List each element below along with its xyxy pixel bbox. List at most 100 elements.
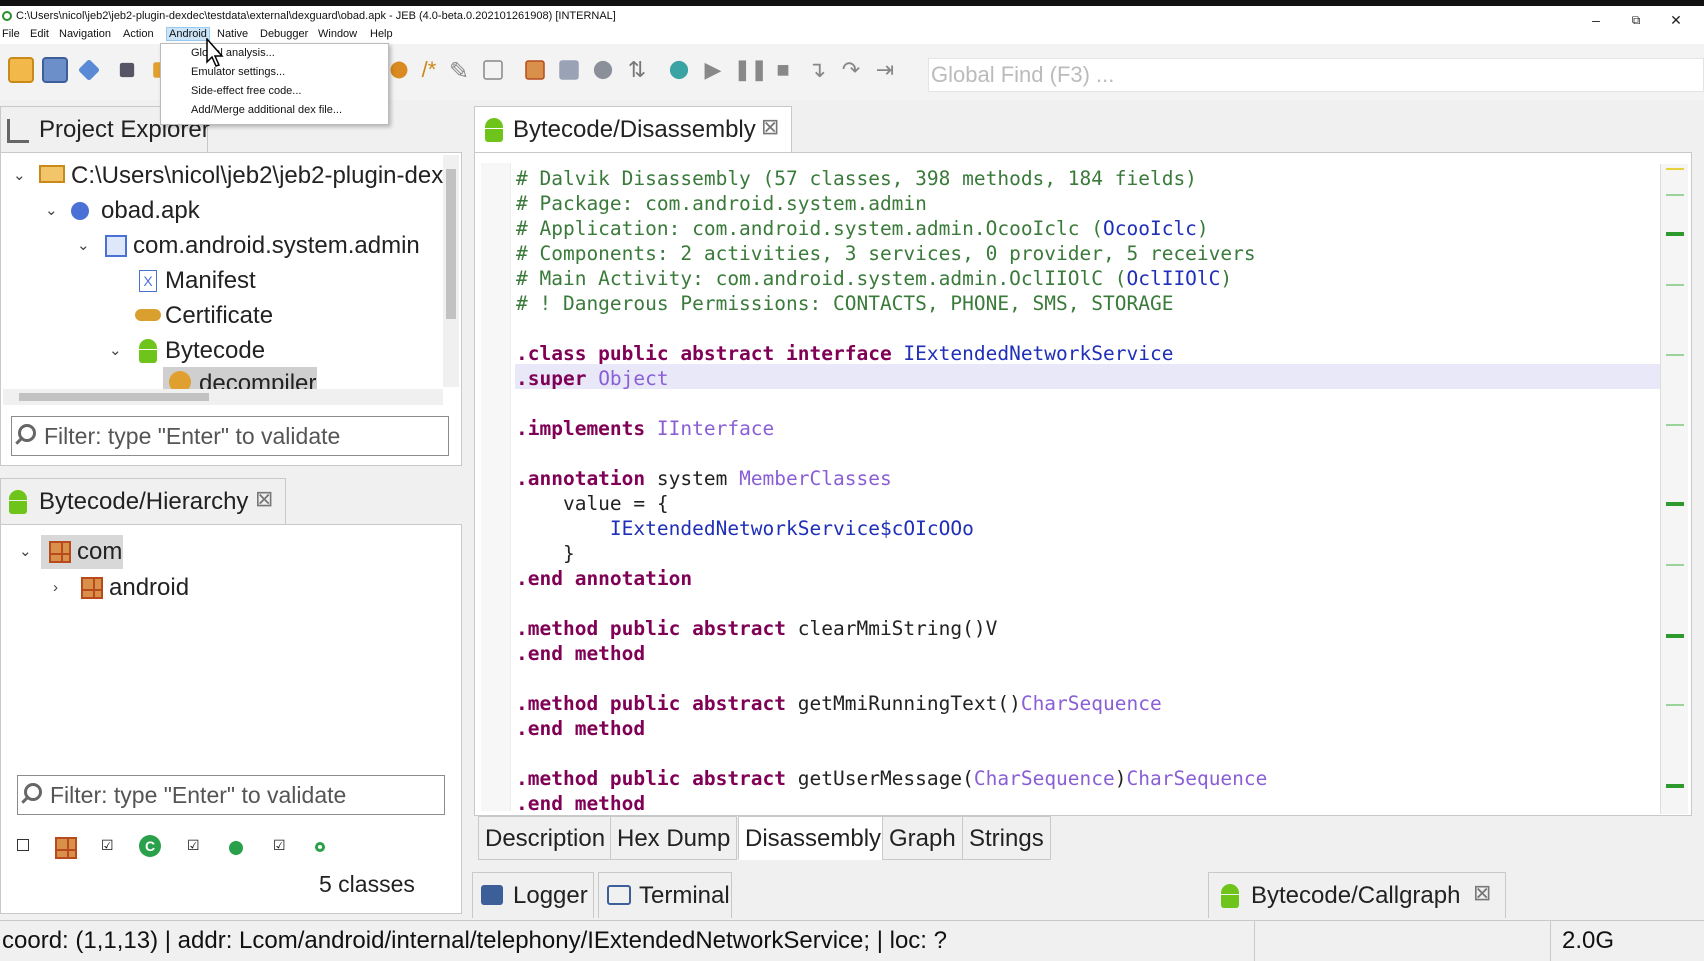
tree-item-project-root[interactable]: ⌄ C:\Users\nicol\jeb2\jeb2-plugin-dexdec [5,159,443,193]
hierarchy-filter-input[interactable] [50,780,450,810]
menu-action[interactable]: Action [123,28,154,40]
close-tab-icon[interactable]: ⊠ [1473,880,1491,906]
code-token: CharSequence [1126,767,1268,790]
debug-bug-icon[interactable] [669,60,689,80]
save-icon[interactable] [42,57,68,83]
ruler-mark [1666,284,1684,286]
code-line[interactable]: .method public abstract getMmiRunningTex… [516,691,1162,716]
export-icon[interactable] [119,62,135,78]
overview-ruler[interactable] [1660,164,1688,814]
code-line[interactable]: .annotation system MemberClasses [516,466,892,491]
menu-help[interactable]: Help [370,28,393,40]
scrollbar-thumb[interactable] [446,169,456,319]
wrench-icon[interactable] [77,58,101,82]
menu-side-effect-free-code[interactable]: Side-effect free code... [191,85,301,97]
global-find-field[interactable] [928,58,1704,92]
tab-bytecode-hierarchy[interactable]: Bytecode/Hierarchy ⊠ [0,478,286,524]
code-line[interactable]: # Package: com.android.system.admin [516,191,927,216]
hierarchy-filter-field[interactable] [17,775,450,815]
chevron-down-icon[interactable]: ⌄ [13,159,26,193]
checkbox-fields[interactable]: ☑ [273,837,286,854]
code-token: getUserMessage( [797,767,974,790]
menu-debugger[interactable]: Debugger [260,28,308,40]
chevron-down-icon[interactable]: ⌄ [109,334,122,368]
code-line[interactable]: .end annotation [516,566,692,591]
code-line[interactable]: # Components: 2 activities, 3 services, … [516,241,1256,266]
xml-icon: X [139,270,157,292]
tab-graph[interactable]: Graph [882,816,963,860]
close-tab-icon[interactable]: ⊠ [255,486,273,512]
code-line[interactable]: # Application: com.android.system.admin.… [516,216,1209,241]
menu-add-merge-dex[interactable]: Add/Merge additional dex file... [191,104,342,116]
decompiler-icon [169,371,191,391]
navigate-icon[interactable] [483,60,503,80]
code-line[interactable]: # Main Activity: com.android.system.admi… [516,266,1232,291]
code-line[interactable]: value = { [516,491,669,516]
step-into-icon[interactable]: ↴ [804,57,830,83]
menu-android[interactable]: Android [166,27,210,41]
close-tab-icon[interactable]: ⊠ [761,114,779,140]
menu-file[interactable]: File [2,28,20,40]
code-line[interactable]: IExtendedNetworkService$cOIcOOo [516,516,974,541]
code-token: ) [1220,267,1233,290]
comment-icon[interactable]: /* [416,57,442,83]
tab-hex-dump[interactable]: Hex Dump [610,816,738,860]
code-token: .end method [516,792,646,815]
tab-bytecode-callgraph[interactable]: Bytecode/Callgraph ⊠ [1208,872,1506,918]
chevron-down-icon[interactable]: ⌄ [19,535,32,569]
code-line[interactable]: .method public abstract getUserMessage(C… [516,766,1267,791]
ruler-mark [1666,634,1684,638]
code-line[interactable]: # Dalvik Disassembly (57 classes, 398 me… [516,166,1197,191]
scrollbar-thumb[interactable] [19,393,209,401]
run-icon[interactable]: ▶ [700,57,726,83]
code-line[interactable]: # ! Dangerous Permissions: CONTACTS, PHO… [516,291,1173,316]
code-line[interactable]: .super Object [516,366,669,391]
tree-item-decompiler[interactable]: decompiler [5,367,317,391]
stop-icon[interactable]: ■ [770,57,796,83]
code-line[interactable]: .end method [516,716,645,741]
edit-pencil-icon[interactable]: ✎ [446,57,472,85]
tree-label: obad.apk [101,197,200,224]
chevron-down-icon[interactable]: ⌄ [77,229,90,263]
menu-edit[interactable]: Edit [30,28,49,40]
sort-icon[interactable]: ⇅ [624,57,650,83]
horizontal-scrollbar[interactable] [3,389,443,405]
code-line[interactable]: .method public abstract clearMmiString()… [516,616,997,641]
step-out-icon[interactable]: ⇥ [872,57,898,83]
vertical-scrollbar[interactable] [443,155,459,387]
code-line[interactable]: .end method [516,641,645,666]
tab-terminal[interactable]: Terminal [598,872,732,918]
code-line[interactable]: .end method [516,791,645,816]
project-filter-field[interactable] [11,416,449,456]
checkbox-packages[interactable] [17,839,29,851]
menu-navigation[interactable]: Navigation [59,28,111,40]
pause-icon[interactable]: ❚❚ [734,57,768,83]
tab-bytecode-disassembly[interactable]: Bytecode/Disassembly ⊠ [474,106,792,152]
classes-icon[interactable] [559,60,579,80]
code-token: IExtendedNetworkService$cOIcOOo [516,517,974,540]
refresh-icon[interactable] [390,61,408,79]
menu-global-analysis[interactable]: Global analysis... [191,47,275,59]
code-line[interactable]: .class public abstract interface IExtend… [516,341,1173,366]
chevron-down-icon[interactable]: ⌄ [45,194,58,228]
code-line[interactable]: .implements IInterface [516,416,774,441]
checkbox-methods[interactable]: ☑ [187,837,200,854]
code-line[interactable]: } [516,541,575,566]
package-icon[interactable] [525,60,545,80]
graph-icon[interactable] [593,60,613,80]
code-token: IInterface [656,417,775,440]
folder-icon [39,165,65,183]
project-filter-input[interactable] [44,421,444,451]
checkbox-classes[interactable]: ☑ [101,837,114,854]
ruler-mark [1666,564,1684,566]
global-find-input[interactable] [929,59,1703,91]
chevron-right-icon[interactable]: › [53,571,58,605]
step-over-icon[interactable]: ↷ [838,57,864,83]
menu-window[interactable]: Window [318,28,357,40]
tab-disassembly[interactable]: Disassembly [738,816,889,860]
open-folder-icon[interactable] [8,57,34,83]
tab-logger[interactable]: Logger [472,872,594,918]
tab-strings[interactable]: Strings [962,816,1051,860]
tab-description[interactable]: Description [478,816,613,860]
callgraph-label: Bytecode/Callgraph [1251,882,1461,909]
